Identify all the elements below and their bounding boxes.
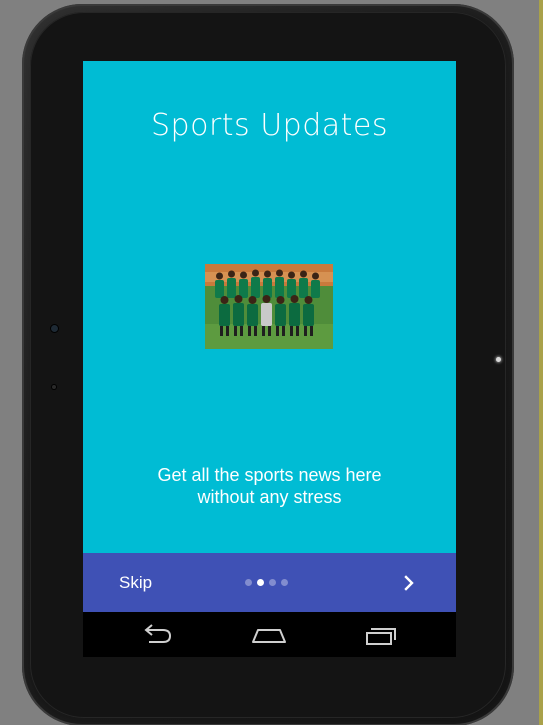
window-edge <box>539 0 543 725</box>
front-camera <box>51 325 58 332</box>
page-dot-2-active[interactable] <box>257 579 264 586</box>
page-dot-4[interactable] <box>281 579 288 586</box>
onboarding-bottom-bar: Skip <box>83 553 456 612</box>
recents-button[interactable] <box>361 622 401 648</box>
page-dot-3[interactable] <box>269 579 276 586</box>
description-line-1: Get all the sports news here <box>157 465 382 485</box>
chevron-right-icon <box>404 575 414 591</box>
description-line-2: without any stress <box>197 487 342 507</box>
home-button[interactable] <box>249 622 289 648</box>
back-icon <box>144 624 172 643</box>
app-screen: Sports Updates Get all the sports news h… <box>83 61 456 657</box>
page-indicator <box>245 579 288 586</box>
system-nav-bar <box>83 612 456 657</box>
light-sensor <box>496 357 501 362</box>
page-dot-1[interactable] <box>245 579 252 586</box>
next-button[interactable] <box>397 571 421 595</box>
back-button[interactable] <box>137 622 177 648</box>
page-title: Sports Updates <box>151 108 388 143</box>
onboarding-description: Get all the sports news here without any… <box>83 464 456 508</box>
emulator-canvas: Sports Updates Get all the sports news h… <box>0 0 543 725</box>
recents-icon <box>366 628 396 645</box>
home-icon <box>252 629 286 643</box>
team-photo <box>205 264 333 349</box>
skip-button[interactable]: Skip <box>119 573 152 593</box>
microphone <box>52 385 56 389</box>
